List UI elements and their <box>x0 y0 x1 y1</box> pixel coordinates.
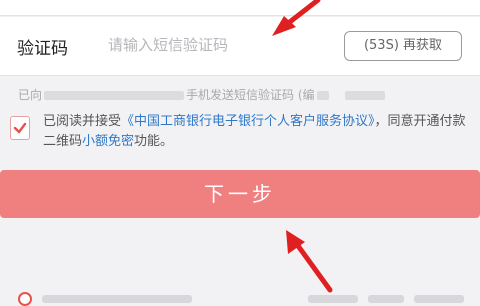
agreement-text-before: 已阅读并接受 <box>43 114 122 129</box>
blurred-bottom-link-1 <box>308 295 358 303</box>
masked-phone-number <box>44 91 185 100</box>
verification-code-input[interactable] <box>108 31 328 59</box>
info-icon <box>18 292 32 306</box>
small-amount-free-link[interactable]: 小额免密 <box>82 134 134 149</box>
masked-code-id <box>316 91 329 100</box>
service-protocol-link[interactable]: 《中国工商银行电子银行个人客户服务协议》 <box>121 114 375 129</box>
sms-sent-prefix: 已向 <box>18 88 43 102</box>
blurred-bottom-link-2 <box>368 295 404 303</box>
resend-code-button[interactable]: (53S) 再获取 <box>344 31 462 61</box>
masked-trailing-text <box>344 91 385 100</box>
sms-sent-note: 已向 手机发送短信验证码 (编 <box>18 86 385 103</box>
arrow-to-next-button-icon <box>286 230 333 293</box>
agreement-row: 已阅读并接受《中国工商银行电子银行个人客户服务协议》，同意开通付款二维码小额免密… <box>0 108 480 156</box>
next-step-button[interactable]: 下一步 <box>0 170 480 218</box>
agreement-text-after: 功能。 <box>134 134 174 149</box>
sms-sent-middle: 手机发送短信验证码 (编 <box>186 88 315 102</box>
verification-code-row: 验证码 (53S) 再获取 <box>0 17 480 76</box>
checkmark-icon <box>13 122 27 134</box>
blurred-bottom-link-3 <box>414 295 464 303</box>
agreement-checkbox[interactable] <box>10 116 30 140</box>
blurred-bottom-text <box>42 295 192 303</box>
verification-code-label: 验证码 <box>17 39 68 59</box>
agreement-text: 已阅读并接受《中国工商银行电子银行个人客户服务协议》，同意开通付款二维码小额免密… <box>43 112 468 152</box>
bottom-bar-partial <box>0 286 480 306</box>
top-card-partial <box>0 0 480 16</box>
